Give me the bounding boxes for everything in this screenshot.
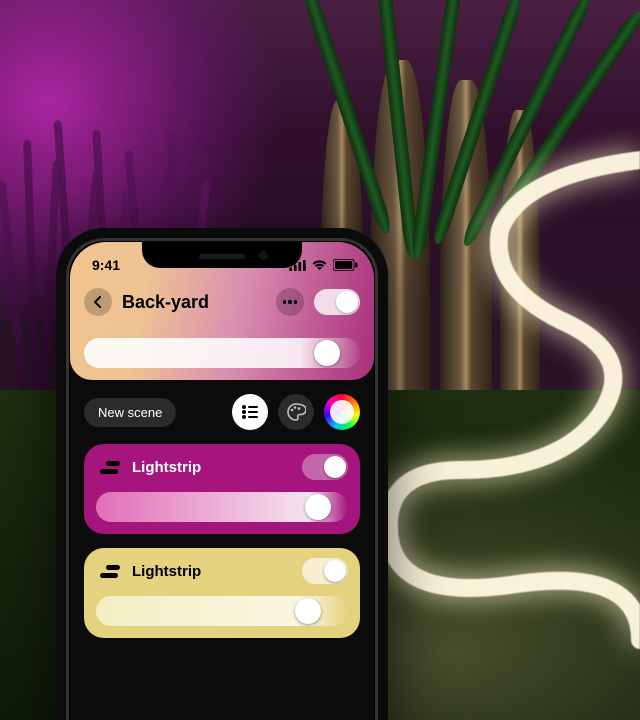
lights-list: Lightstrip Lightstrip [70, 436, 374, 646]
chevron-left-icon [93, 296, 103, 308]
wifi-icon [311, 260, 328, 271]
palette-button[interactable] [278, 394, 314, 430]
light-name-label: Lightstrip [132, 459, 292, 476]
new-scene-button[interactable]: New scene [84, 398, 176, 427]
scene-controls: New scene [70, 380, 374, 436]
more-button[interactable] [276, 288, 304, 316]
list-view-button[interactable] [232, 394, 268, 430]
room-brightness-slider[interactable] [84, 338, 360, 368]
lightstrip-icon [96, 558, 122, 584]
light-power-toggle[interactable] [302, 558, 348, 584]
room-title: Back-yard [122, 292, 266, 313]
back-button[interactable] [84, 288, 112, 316]
palette-icon [286, 402, 306, 422]
lifestyle-scene: 9:41 Back-yard [0, 0, 640, 720]
status-time: 9:41 [92, 257, 120, 273]
light-name-label: Lightstrip [132, 563, 292, 580]
light-brightness-slider[interactable] [96, 492, 348, 522]
phone-notch [142, 242, 302, 268]
light-power-toggle[interactable] [302, 454, 348, 480]
light-brightness-slider[interactable] [96, 596, 348, 626]
lightstrip-icon [96, 454, 122, 480]
list-icon [242, 405, 258, 419]
battery-icon [333, 259, 358, 271]
phone-frame: 9:41 Back-yard [56, 228, 388, 720]
room-power-toggle[interactable] [314, 289, 360, 315]
light-card: Lightstrip [84, 444, 360, 534]
light-card: Lightstrip [84, 548, 360, 638]
app-screen: 9:41 Back-yard [70, 242, 374, 720]
color-picker-button[interactable] [324, 394, 360, 430]
